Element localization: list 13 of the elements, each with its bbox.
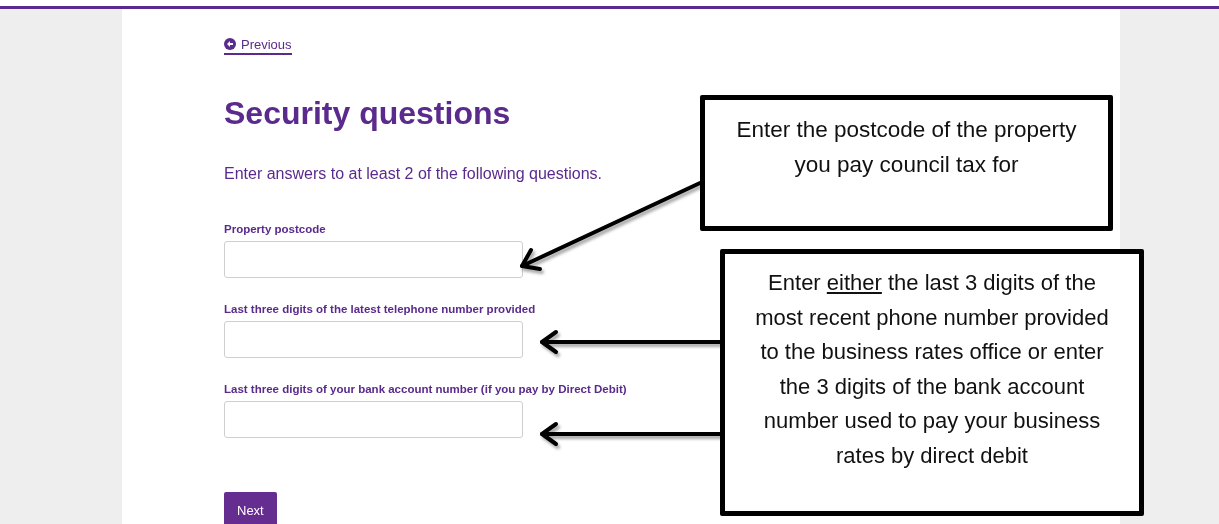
input-field[interactable] — [224, 320, 523, 358]
input-field[interactable] — [224, 240, 523, 278]
page-heading: Security questions — [224, 93, 511, 133]
field-label: Property postcode — [224, 221, 326, 236]
input-field[interactable] — [224, 400, 523, 438]
callout-text: Enter either the last 3 digits of the most recent phone number provided to the business rates office or enter the 3 digits of the bank account number used to pay your business rates by direct debit — [754, 269, 1110, 470]
field-label: Last three digits of your bank account number (if you pay by Direct Debit) — [224, 381, 627, 396]
next-button[interactable]: Next — [224, 491, 277, 524]
previous-link[interactable]: Previous — [224, 36, 292, 55]
callout-text: Enter the postcode of the property you pay council tax for — [735, 116, 1078, 179]
back-arrow-icon — [224, 38, 236, 50]
intro-text: Enter answers to at least 2 of the following questions. — [224, 163, 602, 184]
field-label: Last three digits of the latest telephone number provided — [224, 301, 536, 316]
